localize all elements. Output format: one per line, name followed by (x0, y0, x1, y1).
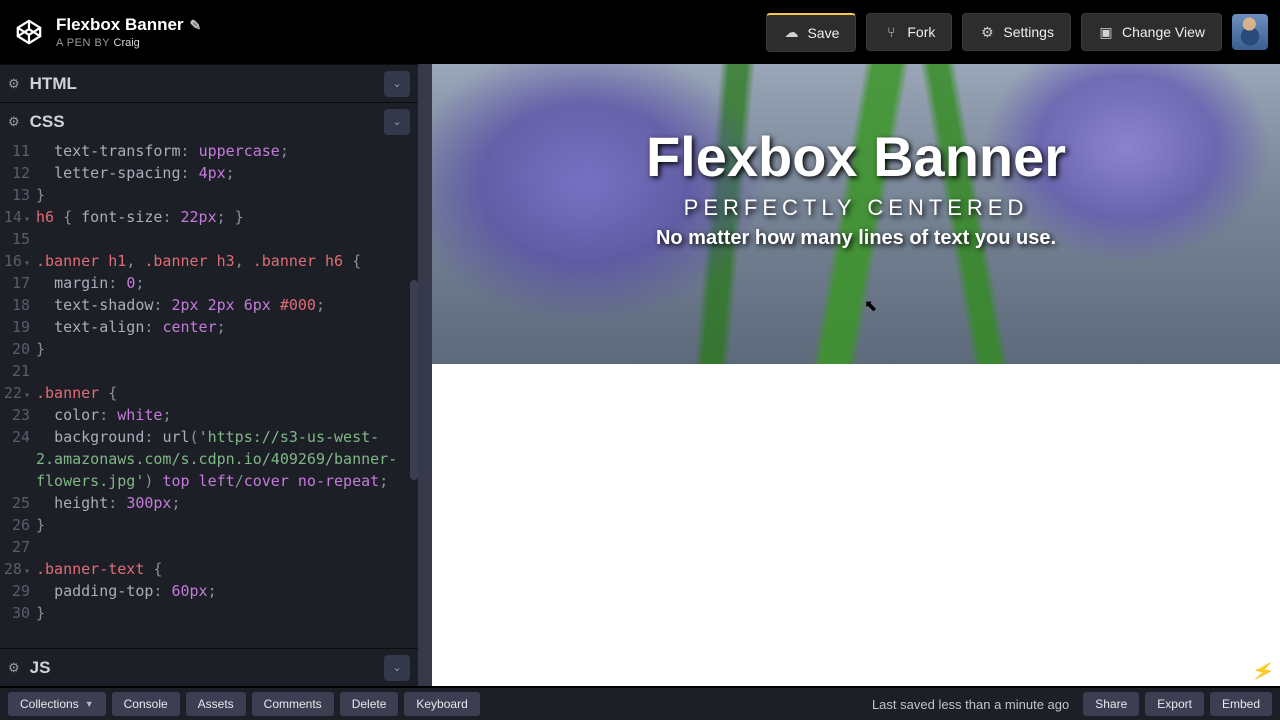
save-label: Save (807, 25, 839, 41)
fork-button[interactable]: ⑂ Fork (866, 13, 952, 51)
author-link[interactable]: Craig (114, 37, 140, 49)
change-view-button[interactable]: ▣ Change View (1081, 13, 1222, 51)
title-group: Flexbox Banner ✎ A PEN BY Craig (56, 15, 201, 49)
preview-pane: Flexbox Banner Perfectly Centered No mat… (432, 64, 1280, 686)
layout-icon: ▣ (1098, 24, 1114, 40)
delete-button[interactable]: Delete (340, 692, 399, 716)
gear-icon: ⚙ (979, 24, 995, 40)
scrollbar-thumb[interactable] (410, 280, 418, 480)
byline: A PEN BY Craig (56, 37, 201, 49)
html-gear-icon[interactable]: ⚙ (8, 76, 20, 92)
js-panel-header[interactable]: ⚙ JS ⌄ (0, 648, 418, 686)
top-bar: Flexbox Banner ✎ A PEN BY Craig ☁ Save ⑂… (0, 0, 1280, 64)
save-status: Last saved less than a minute ago (872, 697, 1077, 712)
user-avatar[interactable] (1232, 14, 1268, 50)
export-button[interactable]: Export (1145, 692, 1204, 716)
css-editor[interactable]: 1112131415161718192021222324252627282930… (0, 140, 418, 648)
css-gear-icon[interactable]: ⚙ (8, 114, 20, 130)
settings-button[interactable]: ⚙ Settings (962, 13, 1071, 51)
css-panel-header[interactable]: ⚙ CSS ⌄ (0, 102, 418, 140)
html-panel-header[interactable]: ⚙ HTML ⌄ (0, 64, 418, 102)
css-label: CSS (30, 112, 65, 132)
fork-label: Fork (907, 24, 935, 40)
dropdown-icon: ▼ (85, 699, 94, 709)
collections-button[interactable]: Collections ▼ (8, 692, 106, 716)
banner-caption: No matter how many lines of text you use… (656, 227, 1056, 250)
banner: Flexbox Banner Perfectly Centered No mat… (432, 64, 1280, 364)
codepen-logo[interactable] (12, 15, 46, 49)
settings-label: Settings (1003, 24, 1054, 40)
cloud-save-icon: ☁ (783, 25, 799, 41)
change-view-label: Change View (1122, 24, 1205, 40)
fork-icon: ⑂ (883, 24, 899, 40)
css-code[interactable]: text-transform: uppercase; letter-spacin… (36, 140, 418, 648)
keyboard-button[interactable]: Keyboard (404, 692, 479, 716)
embed-button[interactable]: Embed (1210, 692, 1272, 716)
bottom-bar: Collections ▼ Console Assets Comments De… (0, 686, 1280, 720)
banner-heading: Flexbox Banner (646, 124, 1066, 189)
html-label: HTML (30, 74, 77, 94)
js-gear-icon[interactable]: ⚙ (8, 660, 20, 676)
main-area: ⚙ HTML ⌄ ⚙ CSS ⌄ 11121314151617181920212… (0, 64, 1280, 686)
save-button[interactable]: ☁ Save (766, 13, 856, 52)
js-label: JS (30, 658, 51, 678)
editor-column: ⚙ HTML ⌄ ⚙ CSS ⌄ 11121314151617181920212… (0, 64, 432, 686)
html-collapse-icon[interactable]: ⌄ (384, 71, 410, 97)
css-collapse-icon[interactable]: ⌄ (384, 109, 410, 135)
console-button[interactable]: Console (112, 692, 180, 716)
line-gutter: 1112131415161718192021222324252627282930 (0, 140, 36, 648)
js-collapse-icon[interactable]: ⌄ (384, 655, 410, 681)
share-button[interactable]: Share (1083, 692, 1139, 716)
assets-button[interactable]: Assets (186, 692, 246, 716)
pen-title-text: Flexbox Banner (56, 15, 184, 35)
scrollbar-track[interactable] (410, 140, 418, 648)
top-buttons: ☁ Save ⑂ Fork ⚙ Settings ▣ Change View (766, 13, 1268, 52)
edit-title-icon[interactable]: ✎ (190, 17, 202, 34)
comments-button[interactable]: Comments (252, 692, 334, 716)
banner-subheading: Perfectly Centered (684, 195, 1029, 221)
collections-label: Collections (20, 697, 79, 711)
byline-prefix: A PEN BY (56, 37, 110, 49)
pen-title[interactable]: Flexbox Banner ✎ (56, 15, 201, 35)
